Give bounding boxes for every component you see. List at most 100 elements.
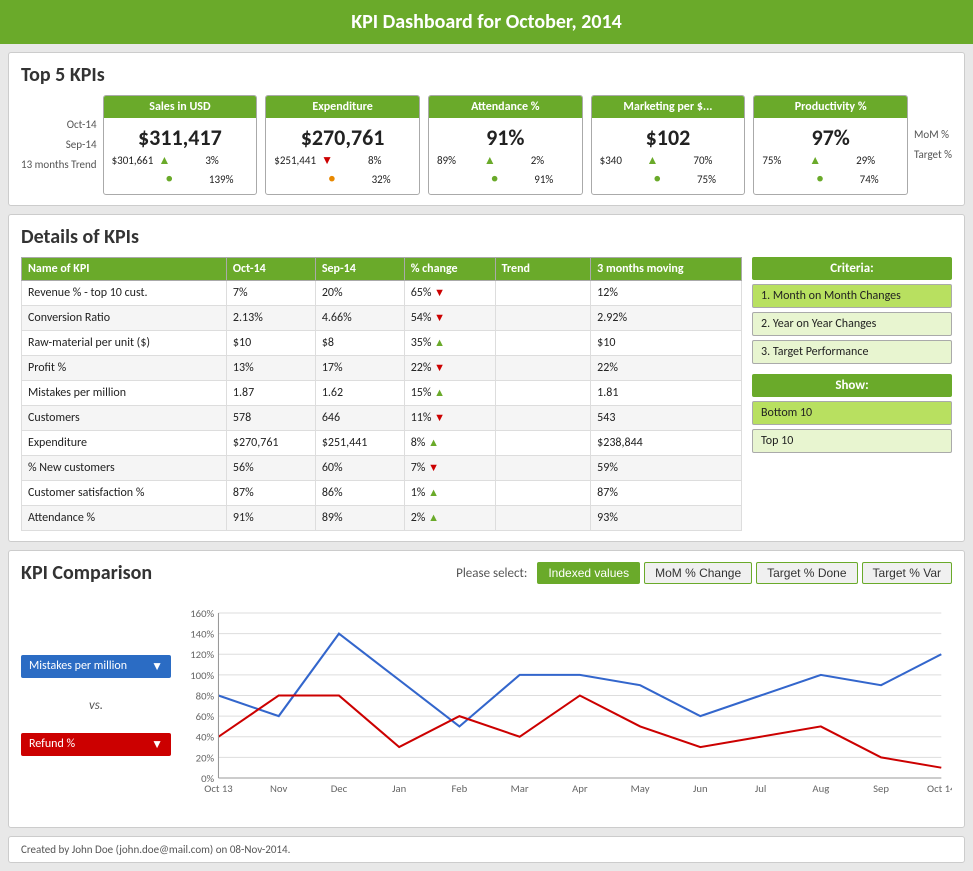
- cell-7-0: % New customers: [22, 456, 227, 481]
- criteria-item-2[interactable]: 3. Target Performance: [752, 340, 952, 364]
- svg-text:Mar: Mar: [511, 782, 529, 795]
- comparison-section: KPI Comparison Please select: Indexed va…: [8, 550, 965, 828]
- kpi-sep-pct-3: 70%: [693, 154, 736, 167]
- svg-text:Aug: Aug: [812, 782, 829, 795]
- comparison-btn-3[interactable]: Target % Var: [862, 562, 952, 584]
- table-row: Mistakes per million1.871.6215% ▲1.81: [22, 381, 742, 406]
- table-row: Conversion Ratio2.13%4.66%54% ▼2.92%: [22, 306, 742, 331]
- kpi-main-value-4: 97%: [762, 124, 899, 151]
- comparison-btn-0[interactable]: Indexed values: [537, 562, 640, 584]
- svg-text:Oct 14: Oct 14: [927, 782, 952, 795]
- cell-6-2: $251,441: [315, 431, 404, 456]
- svg-text:140%: 140%: [190, 628, 215, 641]
- cell-6-5: $238,844: [591, 431, 742, 456]
- kpi-sep-val-2: 89%: [437, 154, 480, 167]
- cell-8-3: 1% ▲: [404, 481, 495, 506]
- cell-5-4: [495, 406, 591, 431]
- th-1: Oct-14: [226, 258, 315, 281]
- svg-text:160%: 160%: [190, 607, 215, 620]
- table-row: Raw-material per unit ($)$10$835% ▲$10: [22, 331, 742, 356]
- cell-0-4: [495, 281, 591, 306]
- cell-2-1: $10: [226, 331, 315, 356]
- th-0: Name of KPI: [22, 258, 227, 281]
- dropdown2-arrow: ▼: [151, 737, 163, 752]
- kpi-outer: Oct-14 Sep-14 13 months Trend Sales in U…: [21, 95, 952, 195]
- cell-8-5: 87%: [591, 481, 742, 506]
- th-5: 3 months moving: [591, 258, 742, 281]
- kpi-trend-row-0: ● 139%: [112, 170, 249, 188]
- selector2-dropdown[interactable]: Refund % ▼: [21, 733, 171, 756]
- cell-5-3: 11% ▼: [404, 406, 495, 431]
- table-row: Attendance %91%89%2% ▲93%: [22, 506, 742, 531]
- cell-6-3: 8% ▲: [404, 431, 495, 456]
- criteria-item-1[interactable]: 2. Year on Year Changes: [752, 312, 952, 336]
- show-header: Show:: [752, 374, 952, 397]
- show-item-0[interactable]: Bottom 10: [752, 401, 952, 425]
- table-row: Customers57864611% ▼543: [22, 406, 742, 431]
- kpi-side-labels-left: Oct-14 Sep-14 13 months Trend: [21, 115, 97, 174]
- footer: Created by John Doe (john.doe@mail.com) …: [8, 836, 965, 863]
- details-section: Details of KPIs Name of KPIOct-14Sep-14%…: [8, 214, 965, 542]
- cell-5-0: Customers: [22, 406, 227, 431]
- kpi-card-header-0: Sales in USD: [104, 96, 257, 118]
- cell-9-4: [495, 506, 591, 531]
- cell-4-2: 1.62: [315, 381, 404, 406]
- cell-1-5: 2.92%: [591, 306, 742, 331]
- table-row: Revenue % - top 10 cust.7%20%65% ▼12%: [22, 281, 742, 306]
- kpi-dot-1: ●: [328, 172, 367, 186]
- svg-text:Jan: Jan: [392, 782, 406, 795]
- kpi-dot-4: ●: [816, 172, 855, 186]
- cell-3-5: 22%: [591, 356, 742, 381]
- please-select-label: Please select:: [456, 566, 527, 581]
- kpi-card-header-4: Productivity %: [754, 96, 907, 118]
- comparison-btn-2[interactable]: Target % Done: [756, 562, 857, 584]
- cell-1-4: [495, 306, 591, 331]
- cell-6-0: Expenditure: [22, 431, 227, 456]
- criteria-item-0[interactable]: 1. Month on Month Changes: [752, 284, 952, 308]
- comparison-header: KPI Comparison Please select: Indexed va…: [21, 561, 952, 585]
- cell-0-5: 12%: [591, 281, 742, 306]
- kpi-main-value-1: $270,761: [274, 124, 411, 151]
- selector1-label: Mistakes per million: [29, 659, 127, 673]
- vs-label: vs.: [21, 698, 171, 713]
- label-trend: 13 months Trend: [21, 155, 97, 175]
- cell-9-0: Attendance %: [22, 506, 227, 531]
- kpi-trend-row-1: ● 32%: [274, 170, 411, 188]
- kpi-sep-val-3: $340: [600, 154, 643, 167]
- cell-2-5: $10: [591, 331, 742, 356]
- label-oct14: Oct-14: [21, 115, 97, 135]
- cell-4-3: 15% ▲: [404, 381, 495, 406]
- kpi-sep-pct-2: 2%: [531, 154, 574, 167]
- kpi-dot-pct-4: 74%: [860, 173, 899, 186]
- cell-1-2: 4.66%: [315, 306, 404, 331]
- cell-5-2: 646: [315, 406, 404, 431]
- dropdown1-arrow: ▼: [151, 659, 163, 674]
- kpi-trend-row-2: ● 91%: [437, 170, 574, 188]
- details-inner: Name of KPIOct-14Sep-14% changeTrend3 mo…: [21, 257, 952, 531]
- svg-text:Feb: Feb: [452, 782, 468, 795]
- top5-section: Top 5 KPIs Oct-14 Sep-14 13 months Trend…: [8, 52, 965, 206]
- comparison-btn-1[interactable]: MoM % Change: [644, 562, 752, 584]
- cell-3-2: 17%: [315, 356, 404, 381]
- kpi-sep-row-1: $251,441 ▼ 8%: [274, 153, 411, 168]
- kpi-sep-val-1: $251,441: [274, 154, 317, 167]
- kpi-dot-pct-3: 75%: [697, 173, 736, 186]
- svg-text:Jul: Jul: [755, 782, 766, 795]
- kpi-sep-arrow-3: ▲: [647, 153, 690, 168]
- selector2-label: Refund %: [29, 737, 75, 751]
- table-row: Expenditure$270,761$251,4418% ▲$238,844: [22, 431, 742, 456]
- criteria-panel: Criteria: 1. Month on Month Changes2. Ye…: [752, 257, 952, 531]
- cell-4-5: 1.81: [591, 381, 742, 406]
- cell-4-1: 1.87: [226, 381, 315, 406]
- cell-7-1: 56%: [226, 456, 315, 481]
- comparison-title: KPI Comparison: [21, 561, 152, 585]
- selector1-dropdown[interactable]: Mistakes per million ▼: [21, 655, 171, 678]
- kpi-main-value-0: $311,417: [112, 124, 249, 151]
- cell-7-2: 60%: [315, 456, 404, 481]
- kpi-sep-arrow-0: ▲: [158, 153, 201, 168]
- kpi-card-header-3: Marketing per $...: [592, 96, 745, 118]
- kpi-dot-pct-2: 91%: [534, 173, 573, 186]
- cell-7-5: 59%: [591, 456, 742, 481]
- svg-text:Oct 13: Oct 13: [204, 782, 232, 795]
- show-item-1[interactable]: Top 10: [752, 429, 952, 453]
